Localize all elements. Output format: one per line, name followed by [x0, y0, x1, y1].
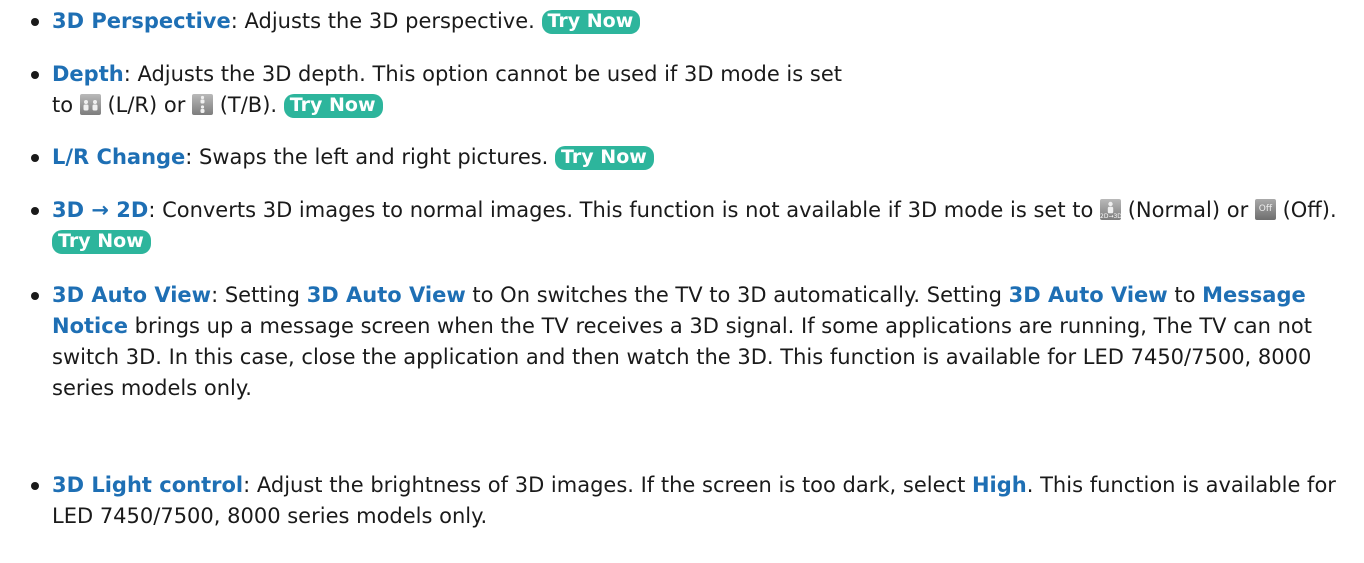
term-3d-to-2d: 3D → 2D [52, 198, 149, 222]
list-item-3d-to-2d: 3D → 2D: Converts 3D images to normal im… [0, 195, 1364, 257]
term-3d-auto-view-inline: 3D Auto View [306, 283, 466, 307]
top-bottom-persons-icon [192, 94, 214, 115]
item-text: : Swaps the left and right pictures. [185, 145, 556, 169]
list-item-depth: Depth: Adjusts the 3D depth. This option… [0, 59, 866, 121]
item-text: : Converts 3D images to normal images. T… [148, 198, 1101, 222]
item-text: brings up a message screen when the TV r… [52, 314, 1313, 400]
bullet-dot [31, 482, 39, 490]
item-text: : Adjust the brightness of 3D images. If… [243, 473, 972, 497]
list-item-lr-change: L/R Change: Swaps the left and right pic… [0, 142, 1364, 173]
off-icon: Off [1254, 199, 1276, 220]
item-text: (T/B). [213, 93, 284, 117]
item-text: : Setting [211, 283, 307, 307]
list-item-3d-perspective: 3D Perspective: Adjusts the 3D perspecti… [0, 6, 1364, 37]
term-lr-change: L/R Change [52, 145, 186, 169]
item-text: (Normal) or [1121, 198, 1255, 222]
try-now-button[interactable]: Try Now [541, 10, 641, 34]
bullet-dot [31, 207, 39, 215]
term-3d-light-control: 3D Light control [52, 473, 244, 497]
try-now-button[interactable]: Try Now [52, 230, 151, 254]
bullet-dot [31, 292, 39, 300]
try-now-button[interactable]: Try Now [555, 146, 654, 170]
item-text: : Adjusts the 3D perspective. [230, 9, 542, 33]
item-text: to [1167, 283, 1203, 307]
term-high: High [971, 473, 1027, 497]
item-text: to On switches the TV to 3D automaticall… [465, 283, 1009, 307]
item-text: (L/R) or [100, 93, 193, 117]
list-item-3d-light-control: 3D Light control: Adjust the brightness … [0, 470, 1364, 532]
list-item-3d-auto-view: 3D Auto View: Setting 3D Auto View to On… [0, 280, 1364, 404]
bullet-dot [31, 18, 39, 26]
term-depth: Depth [52, 62, 124, 86]
2d-to-3d-person-icon: 2D→3D [1100, 199, 1122, 220]
term-3d-auto-view-inline: 3D Auto View [1008, 283, 1168, 307]
item-text: (Off). [1275, 198, 1337, 222]
bullet-dot [31, 154, 39, 162]
term-3d-auto-view: 3D Auto View [52, 283, 212, 307]
bullet-dot [31, 71, 39, 79]
try-now-button[interactable]: Try Now [283, 94, 383, 118]
term-3d-perspective: 3D Perspective [52, 9, 231, 33]
side-by-side-persons-icon [79, 94, 101, 115]
